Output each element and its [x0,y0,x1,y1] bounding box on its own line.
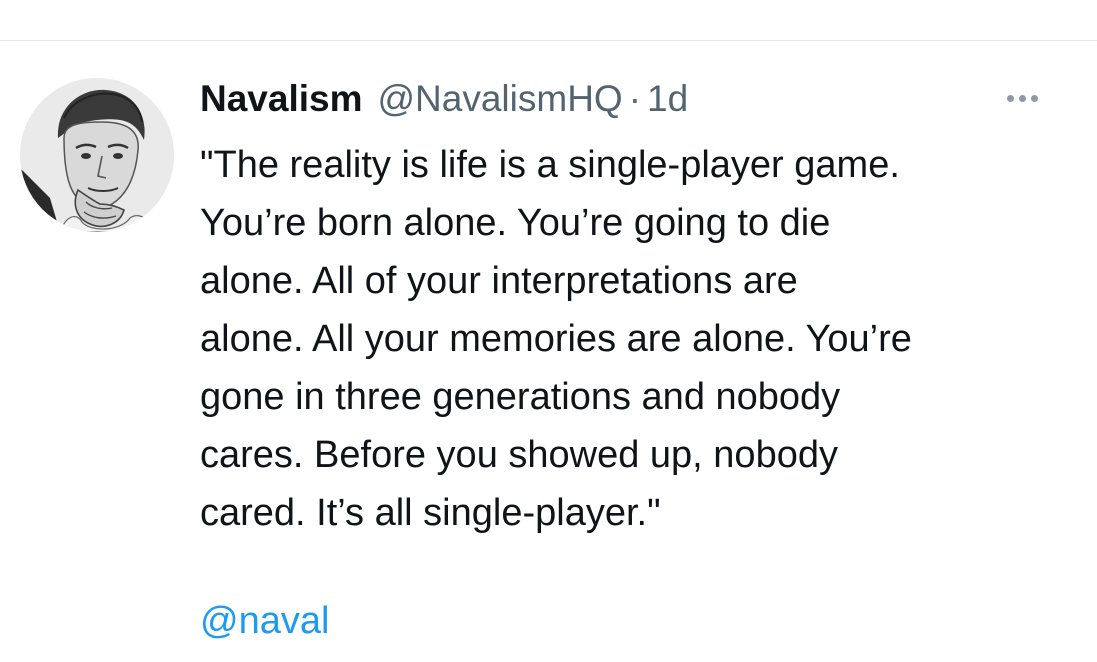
more-horizontal-icon-dot [1018,94,1026,102]
tweet-timestamp[interactable]: 1d [647,75,688,123]
author-display-name[interactable]: Navalism [200,75,363,123]
header-separator: · [628,78,642,119]
author-handle[interactable]: @NavalismHQ [378,75,623,123]
more-options-button[interactable] [996,85,1048,111]
avatar-portrait-illustration [20,78,174,232]
tweet[interactable]: Navalism @NavalismHQ · 1d "The reality i… [0,41,1097,662]
tweet-header: Navalism @NavalismHQ · 1d [200,75,688,123]
more-horizontal-icon-dot [1030,94,1038,102]
tweet-text: "The reality is life is a single-player … [200,144,912,534]
more-horizontal-icon [1006,94,1014,102]
avatar[interactable] [20,78,174,232]
mention-link[interactable]: @naval [200,596,329,646]
